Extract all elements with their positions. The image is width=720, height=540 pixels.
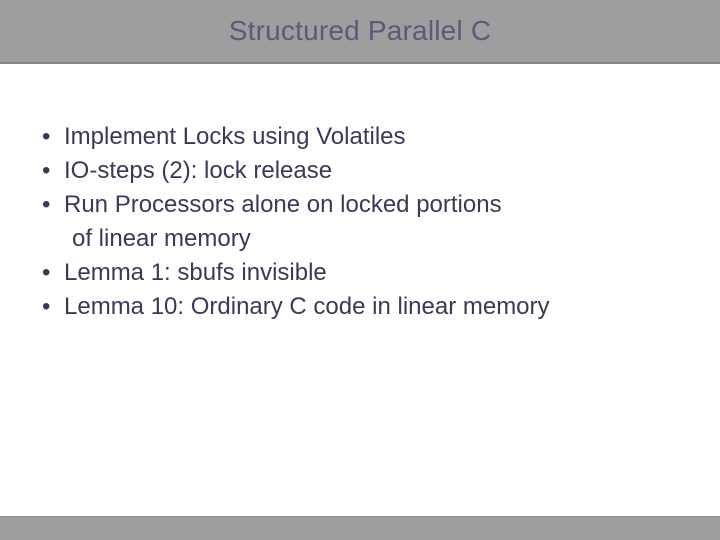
bullet-text: Lemma 10: Ordinary C code in linear memo…: [64, 293, 550, 320]
bullet-text: Lemma 1: sbufs invisible: [64, 259, 327, 286]
list-item: Lemma 10: Ordinary C code in linear memo…: [36, 290, 684, 324]
bullet-list: Implement Locks using Volatiles IO-steps…: [36, 120, 684, 324]
slide: Structured Parallel C Implement Locks us…: [0, 0, 720, 540]
bullet-text-line2: of linear memory: [64, 222, 684, 256]
list-item: Implement Locks using Volatiles: [36, 120, 684, 154]
bullet-text: Run Processors alone on locked portions: [64, 191, 502, 218]
slide-title: Structured Parallel C: [229, 15, 492, 47]
bullet-text: IO-steps (2): lock release: [64, 157, 332, 184]
list-item: Run Processors alone on locked portions …: [36, 188, 684, 256]
bullet-text: Implement Locks using Volatiles: [64, 123, 406, 150]
slide-content: Implement Locks using Volatiles IO-steps…: [36, 120, 684, 324]
list-item: Lemma 1: sbufs invisible: [36, 256, 684, 290]
title-band: Structured Parallel C: [0, 0, 720, 64]
list-item: IO-steps (2): lock release: [36, 154, 684, 188]
bottom-band: [0, 516, 720, 540]
